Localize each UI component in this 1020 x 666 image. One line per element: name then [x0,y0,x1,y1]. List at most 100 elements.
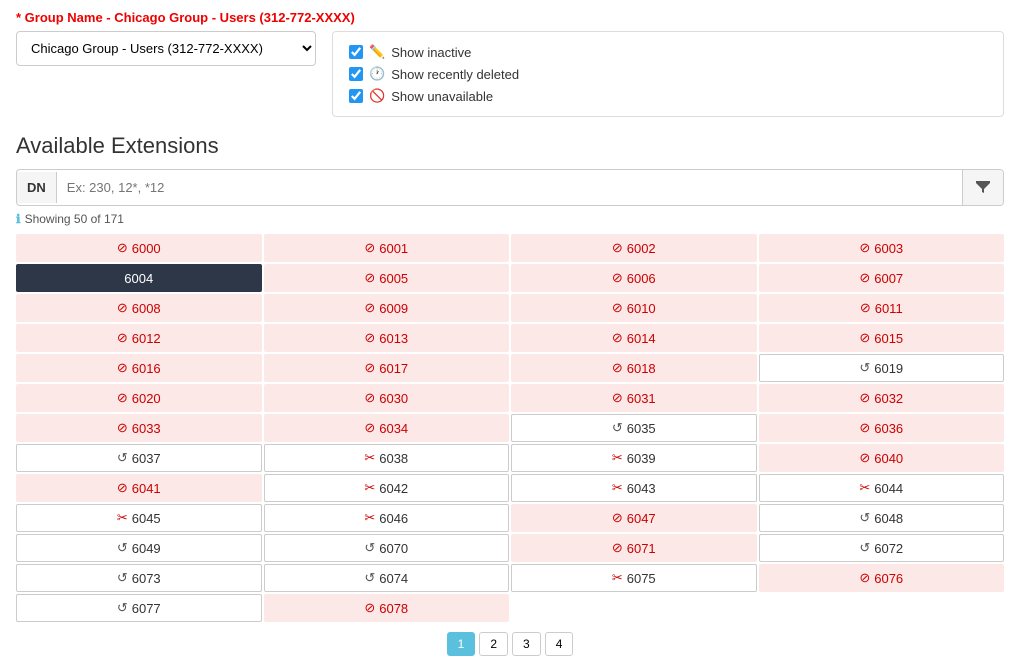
unavail-icon: ⊘ [364,270,375,286]
extension-cell[interactable]: ✂ 6038 [264,444,510,472]
extension-cell[interactable]: ⊘6076 [759,564,1005,592]
show-unavailable-checkbox[interactable] [349,89,363,103]
unavail-icon: ⊘ [612,390,623,406]
unavail-icon: ⊘ [612,270,623,286]
extension-cell[interactable]: ✂6043 [511,474,757,502]
extension-cell[interactable]: ⊘6014 [511,324,757,352]
show-inactive-checkbox[interactable] [349,45,363,59]
deleted-icon: 🕐 [369,66,385,82]
cell-number: 6020 [132,391,161,406]
extension-cell[interactable]: ⊘6020 [16,384,262,412]
extension-cell[interactable]: ⊘6018 [511,354,757,382]
extension-cell[interactable]: ↺6073 [16,564,262,592]
deleted-icon: ↺ [859,510,870,526]
filter-button[interactable] [962,170,1003,205]
extension-cell[interactable]: ✂6039 [511,444,757,472]
extension-cell[interactable]: ⊘6034 [264,414,510,442]
extension-cell[interactable]: 6004 [16,264,262,292]
extension-cell[interactable]: ⊘6078 [264,594,510,622]
extension-cell[interactable]: ⊘6031 [511,384,757,412]
extension-cell[interactable]: ✂6075 [511,564,757,592]
cell-number: 6078 [379,601,408,616]
page-3-button[interactable]: 3 [512,632,541,656]
extension-cell[interactable]: ⊘6047 [511,504,757,532]
extension-cell[interactable]: ✂6046 [264,504,510,532]
cell-number: 6045 [132,511,161,526]
extension-cell[interactable]: ⊘6071 [511,534,757,562]
extension-cell[interactable]: ↺6077 [16,594,262,622]
page-4-button[interactable]: 4 [545,632,574,656]
extension-cell[interactable]: ⊘6012 [16,324,262,352]
cell-number: 6038 [379,451,408,466]
extension-cell[interactable]: ↺6049 [16,534,262,562]
inactive-icon: ✂ [364,450,375,466]
unavailable-icon: 🚫 [369,88,385,104]
extension-cell[interactable]: ⊘6009 [264,294,510,322]
extension-cell[interactable]: ✂6042 [264,474,510,502]
unavail-icon: ⊘ [612,360,623,376]
group-select[interactable]: Chicago Group - Users (312-772-XXXX) [16,31,316,66]
extension-cell[interactable]: ⊘6006 [511,264,757,292]
cell-number: 6077 [132,601,161,616]
extension-cell[interactable]: ⊘6008 [16,294,262,322]
extension-cell[interactable]: ⊘6007 [759,264,1005,292]
group-select-wrap: Chicago Group - Users (312-772-XXXX) [16,31,316,117]
extension-cell[interactable]: ⊘6030 [264,384,510,412]
extension-cell[interactable]: ⊘6001 [264,234,510,262]
cell-number: 6017 [379,361,408,376]
extension-cell[interactable]: ⊘6016 [16,354,262,382]
extension-cell[interactable]: ↺6074 [264,564,510,592]
extension-cell[interactable]: ⊘6013 [264,324,510,352]
extension-cell[interactable]: ⊘6005 [264,264,510,292]
extension-cell[interactable]: ⊘6017 [264,354,510,382]
show-inactive-row: ✏️ Show inactive [349,44,987,60]
extension-cell[interactable]: ⊘6000 [16,234,262,262]
extension-cell[interactable]: ⊘6036 [759,414,1005,442]
cell-number: 6037 [132,451,161,466]
show-unavailable-label[interactable]: Show unavailable [391,89,493,104]
extension-cell[interactable]: ⊘6033 [16,414,262,442]
extension-cell[interactable]: ✂6045 [16,504,262,532]
extension-cell[interactable]: ⊘6015 [759,324,1005,352]
extension-cell[interactable]: ⊘6011 [759,294,1005,322]
show-deleted-row: 🕐 Show recently deleted [349,66,987,82]
section-title: Available Extensions [16,133,1004,159]
unavail-icon: ⊘ [859,240,870,256]
cell-number: 6014 [627,331,656,346]
extension-cell[interactable]: ⊘ 6003 [759,234,1005,262]
unavail-icon: ⊘ [859,570,870,586]
cell-number: 6003 [874,241,903,256]
cell-number: 6071 [627,541,656,556]
inactive-icon: ✂ [612,450,623,466]
search-input[interactable] [57,172,962,203]
extension-cell[interactable]: ↺6019 [759,354,1005,382]
cell-number: 6034 [379,421,408,436]
show-deleted-checkbox[interactable] [349,67,363,81]
unavail-icon: ⊘ [612,300,623,316]
inactive-icon: ✂ [364,510,375,526]
inactive-icon: ✏️ [369,44,385,60]
extension-cell[interactable]: ↺6070 [264,534,510,562]
extension-cell[interactable]: ↺6048 [759,504,1005,532]
show-deleted-label[interactable]: Show recently deleted [391,67,519,82]
cell-number: 6047 [627,511,656,526]
page-2-button[interactable]: 2 [479,632,508,656]
extension-cell[interactable]: ✂6044 [759,474,1005,502]
cell-number: 6011 [875,301,903,316]
cell-number: 6016 [132,361,161,376]
cell-number: 6013 [379,331,408,346]
cell-number: 6008 [132,301,161,316]
unavail-icon: ⊘ [117,480,128,496]
extension-cell[interactable]: ⊘6002 [511,234,757,262]
extension-cell[interactable]: ↺6072 [759,534,1005,562]
extension-cell[interactable]: ↺6037 [16,444,262,472]
extension-cell[interactable]: ⊘6032 [759,384,1005,412]
deleted-icon: ↺ [364,570,375,586]
extension-cell[interactable]: ⊘6041 [16,474,262,502]
extension-cell[interactable]: ⊘6010 [511,294,757,322]
extension-cell[interactable]: ↺6035 [511,414,757,442]
page-1-button[interactable]: 1 [447,632,476,656]
show-inactive-label[interactable]: Show inactive [391,45,471,60]
extension-cell[interactable]: ⊘6040 [759,444,1005,472]
showing-text: Showing 50 of 171 [25,212,124,226]
